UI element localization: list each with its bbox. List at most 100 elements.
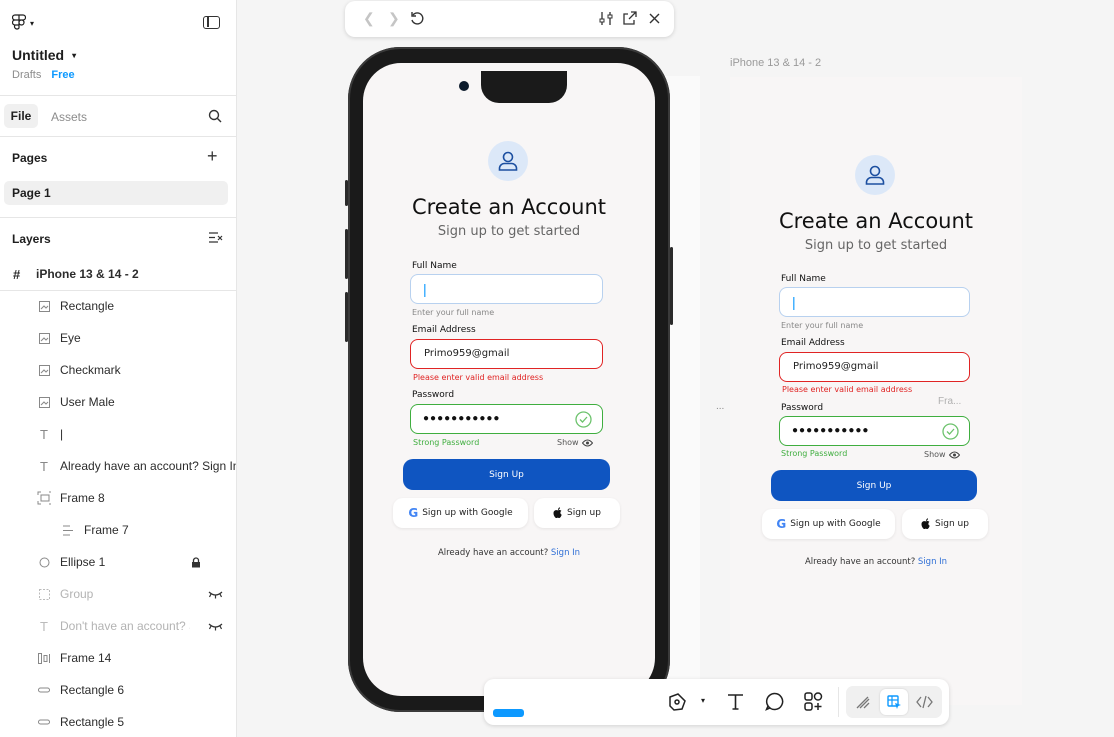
signin-link[interactable]: Sign In xyxy=(918,557,947,567)
design-mode-button[interactable] xyxy=(880,689,908,715)
drafts-link[interactable]: Drafts xyxy=(12,69,41,81)
signup-button[interactable]: Sign Up xyxy=(403,459,610,490)
close-icon[interactable] xyxy=(649,13,660,24)
layers-list-icon[interactable] xyxy=(208,231,223,244)
layer-item[interactable]: Frame 7 xyxy=(0,514,236,546)
email-input[interactable]: Primo959@gmail xyxy=(779,352,970,382)
tab-file[interactable]: File xyxy=(4,104,38,128)
frame-label[interactable]: iPhone 13 & 14 - 2 xyxy=(730,57,821,69)
apple-signup-button[interactable]: Sign up xyxy=(902,509,988,539)
layer-item[interactable]: Frame 8 xyxy=(0,482,236,514)
form-title: Create an Account xyxy=(778,209,974,233)
frame-iphone[interactable]: Create an Account Sign up to get started… xyxy=(730,77,1022,705)
apple-signup-button[interactable]: Sign up xyxy=(534,498,620,528)
layer-item[interactable]: Checkmark xyxy=(0,354,236,386)
layer-item[interactable]: T | xyxy=(0,418,236,450)
layer-item[interactable]: Frame 14 xyxy=(0,642,236,674)
settings-sliders-icon[interactable] xyxy=(599,11,613,26)
left-sidebar: ▾ Untitled ▾ Drafts Free File Assets Pag… xyxy=(0,0,237,737)
signin-footer: Already have an account? Sign In xyxy=(804,557,948,567)
fullname-label: Full Name xyxy=(781,274,826,284)
email-error: Please enter valid email address xyxy=(413,373,544,382)
password-strength: Strong Password xyxy=(781,449,848,458)
open-external-icon[interactable] xyxy=(623,11,637,25)
move-tool-active[interactable] xyxy=(493,709,524,717)
hidden-eye-icon[interactable] xyxy=(208,622,223,631)
fullname-input[interactable]: | xyxy=(779,287,970,317)
canvas[interactable]: ❮ ❯ Create an Account Sign up to get sta… xyxy=(237,0,1114,737)
restart-icon[interactable] xyxy=(410,11,425,26)
line-icon xyxy=(37,715,51,729)
layer-item[interactable]: Rectangle xyxy=(0,290,236,322)
chevron-down-icon[interactable]: ▾ xyxy=(701,696,705,705)
autolayout-icon xyxy=(37,651,51,665)
user-male-icon xyxy=(865,165,885,185)
chevron-down-icon[interactable]: ▾ xyxy=(72,51,76,60)
password-label: Password xyxy=(412,390,455,400)
user-avatar xyxy=(855,155,895,195)
google-icon: G xyxy=(776,517,787,531)
actions-tool-icon[interactable] xyxy=(804,692,823,711)
signin-footer: Already have an account? Sign In xyxy=(437,548,581,558)
main-menu-button[interactable]: ▾ xyxy=(12,14,34,32)
apple-icon xyxy=(553,507,562,518)
layer-frame-root[interactable]: # iPhone 13 & 14 - 2 xyxy=(0,258,236,290)
text-tool-icon[interactable] xyxy=(727,693,744,710)
fullname-label: Full Name xyxy=(412,261,457,271)
signin-link[interactable]: Sign In xyxy=(551,548,580,558)
fullname-input[interactable]: | xyxy=(410,274,603,304)
text-icon: T xyxy=(40,618,48,634)
side-button xyxy=(345,180,348,206)
mode-switcher xyxy=(846,686,942,718)
password-input[interactable]: ●●●●●●●●●●● xyxy=(779,416,970,446)
eye-icon xyxy=(948,451,960,458)
search-icon[interactable] xyxy=(208,109,222,123)
line-icon xyxy=(37,683,51,697)
page-item-page-1[interactable]: Page 1 xyxy=(4,181,228,205)
iphone-mockup: Create an Account Sign up to get started… xyxy=(345,47,673,712)
layer-item[interactable]: User Male xyxy=(0,386,236,418)
image-icon xyxy=(37,363,51,377)
user-avatar xyxy=(488,141,528,181)
google-signup-button[interactable]: G Sign up with Google xyxy=(393,498,528,528)
forward-arrow-icon[interactable]: ❯ xyxy=(388,10,400,27)
signup-button[interactable]: Sign Up xyxy=(771,470,977,501)
pen-tool-icon[interactable] xyxy=(667,692,687,712)
layer-item[interactable]: T Don't have an account? S xyxy=(0,610,236,642)
eye-icon xyxy=(581,439,593,446)
password-input[interactable]: ●●●●●●●●●●● xyxy=(410,404,603,434)
checkmark-icon xyxy=(942,423,959,440)
password-strength: Strong Password xyxy=(413,438,480,447)
back-arrow-icon[interactable]: ❮ xyxy=(363,10,375,27)
frame-icon xyxy=(37,491,51,505)
comment-tool-icon[interactable] xyxy=(765,692,784,711)
user-male-icon xyxy=(498,151,518,171)
layer-item[interactable]: Ellipse 1 xyxy=(0,546,236,578)
layer-item[interactable]: Rectangle 6 xyxy=(0,674,236,706)
frame-name-tag: Fra... xyxy=(938,396,962,407)
email-input[interactable]: Primo959@gmail xyxy=(410,339,603,369)
lock-icon[interactable] xyxy=(191,556,201,568)
figma-logo-icon xyxy=(12,14,26,30)
layer-item[interactable]: T Already have an account? Sign In xyxy=(0,450,236,482)
plan-badge[interactable]: Free xyxy=(51,69,74,81)
chevron-down-icon: ▾ xyxy=(30,18,35,28)
add-page-icon[interactable]: + xyxy=(207,147,218,165)
show-password-toggle[interactable]: Show xyxy=(924,450,960,459)
frame-hash-icon: # xyxy=(13,266,21,282)
password-label: Password xyxy=(781,403,824,413)
file-name[interactable]: Untitled xyxy=(12,47,64,63)
show-password-toggle[interactable]: Show xyxy=(557,438,593,447)
google-signup-button[interactable]: G Sign up with Google xyxy=(762,509,895,539)
layer-item[interactable]: Group xyxy=(0,578,236,610)
toggle-sidebar-icon[interactable] xyxy=(203,16,220,29)
side-button xyxy=(345,292,348,342)
layer-item[interactable]: Rectangle 5 xyxy=(0,706,236,737)
preview-toolbar: ❮ ❯ xyxy=(345,1,674,37)
draw-mode-icon[interactable] xyxy=(855,694,871,710)
hidden-eye-icon[interactable] xyxy=(208,590,223,599)
tab-assets[interactable]: Assets xyxy=(51,110,87,124)
dev-mode-icon[interactable] xyxy=(916,695,933,709)
layer-item[interactable]: Eye xyxy=(0,322,236,354)
fullname-hint: Enter your full name xyxy=(412,308,495,317)
